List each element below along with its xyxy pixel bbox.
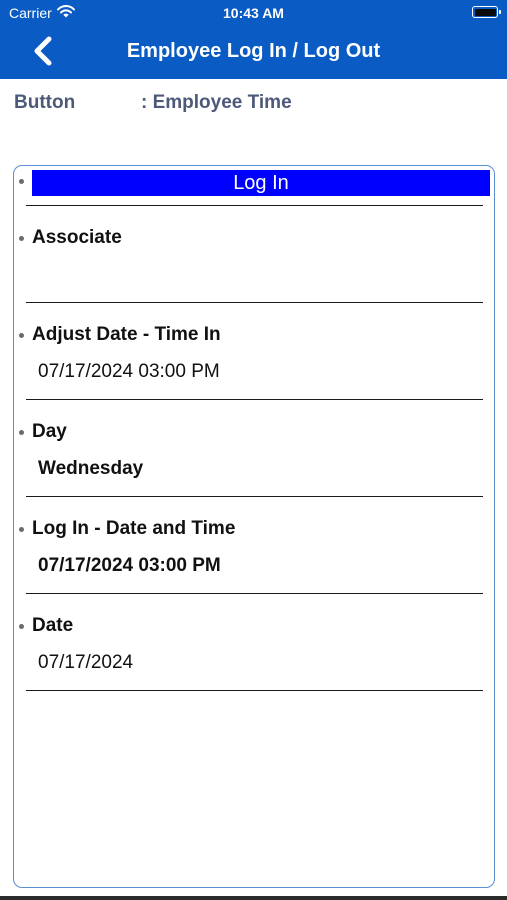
- divider: [26, 399, 483, 400]
- bullet-icon: [19, 624, 24, 629]
- adjust-date-time-in-value[interactable]: 07/17/2024 03:00 PM: [38, 361, 220, 383]
- adjust-date-time-in-label: Adjust Date - Time In: [32, 324, 221, 345]
- bullet-icon: [19, 236, 24, 241]
- day-value: Wednesday: [38, 458, 144, 479]
- login-date-time-label: Log In - Date and Time: [32, 518, 236, 539]
- info-value: : Employee Time: [141, 92, 292, 113]
- bullet-icon: [19, 333, 24, 338]
- divider: [26, 496, 483, 497]
- divider: [26, 593, 483, 594]
- date-label: Date: [32, 615, 74, 636]
- divider: [26, 205, 483, 206]
- day-label: Day: [32, 421, 67, 442]
- info-label: Button: [14, 92, 76, 113]
- navigation-bar: Employee Log In / Log Out: [0, 28, 507, 79]
- battery-icon: [472, 6, 501, 18]
- status-time: 10:43 AM: [223, 5, 284, 21]
- divider: [26, 302, 483, 303]
- bullet-icon: [19, 527, 24, 532]
- page-title: Employee Log In / Log Out: [126, 40, 381, 62]
- date-value[interactable]: 07/17/2024: [38, 652, 133, 674]
- bottom-edge: [0, 896, 507, 900]
- associate-label: Associate: [32, 227, 122, 248]
- login-form-panel: Log In Associate Adjust Date - Time In 0…: [13, 165, 495, 888]
- app-header: Carrier 10:43 AM Employee Log In / Log O…: [0, 0, 507, 79]
- bullet-icon: [19, 430, 24, 435]
- bullet-icon: [19, 179, 24, 184]
- login-button[interactable]: Log In: [32, 170, 490, 196]
- divider: [26, 690, 483, 691]
- status-bar: Carrier 10:43 AM: [0, 0, 507, 28]
- login-date-time-value: 07/17/2024 03:00 PM: [38, 555, 221, 576]
